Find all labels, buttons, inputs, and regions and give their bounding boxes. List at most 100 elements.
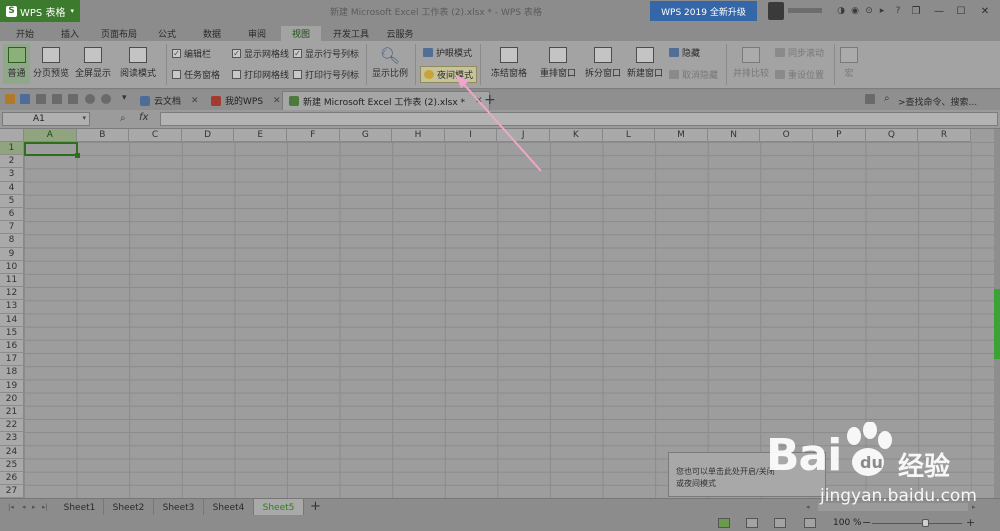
column-header[interactable]: B [76, 129, 130, 142]
app-menu-button[interactable]: S WPS 表格 ▾ [0, 0, 80, 22]
undo-icon[interactable] [85, 94, 95, 104]
column-header[interactable]: A [24, 129, 77, 142]
show-gridlines-checkbox[interactable]: ✓ 显示网格线 [232, 47, 289, 60]
sheet-tab[interactable]: Sheet3 [154, 499, 204, 516]
side-panel-toggle[interactable] [994, 289, 1000, 359]
column-header[interactable]: R [918, 129, 971, 142]
new-window-button[interactable]: 新建窗口 [625, 47, 665, 79]
reset-position-button[interactable]: 重设位置 [775, 68, 824, 81]
row-header[interactable]: 23 [0, 432, 24, 446]
row-header[interactable]: 15 [0, 326, 24, 340]
upgrade-button[interactable]: WPS 2019 全新升级 [650, 1, 757, 21]
search-icon[interactable]: ⌕ [884, 93, 890, 104]
column-header[interactable]: N [707, 129, 761, 142]
row-header[interactable]: 7 [0, 221, 24, 235]
row-header[interactable]: 4 [0, 181, 24, 195]
close-tab-icon[interactable]: ✕ [191, 96, 199, 106]
format-painter-icon[interactable] [68, 94, 78, 104]
column-header[interactable]: H [392, 129, 445, 142]
mode-icon[interactable]: ▸ [877, 6, 887, 16]
row-header[interactable]: 8 [0, 234, 24, 248]
fill-handle[interactable] [75, 153, 80, 158]
freeze-panes-button[interactable]: 冻结窗格 [484, 47, 534, 79]
zoom-button[interactable]: 🔍︎ 显示比例 [370, 47, 410, 79]
rearrange-button[interactable]: 重排窗口 [534, 47, 582, 79]
minimize-icon[interactable]: — [928, 2, 950, 20]
column-header[interactable]: I [444, 129, 498, 142]
hide-button[interactable]: 隐藏 [669, 46, 700, 59]
sheet-tab[interactable]: Sheet4 [204, 499, 254, 516]
prev-sheet-icon[interactable]: ◂ [22, 503, 26, 511]
row-header[interactable]: 3 [0, 168, 24, 182]
row-header[interactable]: 17 [0, 353, 24, 367]
row-header[interactable]: 9 [0, 247, 24, 261]
row-header[interactable]: 2 [0, 155, 24, 169]
active-cell[interactable] [24, 142, 80, 158]
add-sheet-icon[interactable]: + [310, 499, 321, 514]
tab-cloud-docs[interactable]: 云文档 ✕ [134, 91, 205, 110]
print-gridlines-checkbox[interactable]: 打印网格线 [232, 68, 289, 81]
sheet-tab-active[interactable]: Sheet5 [254, 499, 304, 516]
zoom-icon[interactable]: ⌕ [120, 113, 126, 124]
tab-cloud[interactable]: 云服务 [380, 26, 420, 41]
column-header[interactable]: L [602, 129, 656, 142]
tab-insert[interactable]: 插入 [53, 26, 87, 41]
page-break-view-icon[interactable] [746, 518, 758, 528]
row-header[interactable]: 5 [0, 194, 24, 208]
sheet-tab[interactable]: Sheet1 [56, 499, 104, 516]
tab-data[interactable]: 数据 [195, 26, 229, 41]
print-headers-checkbox[interactable]: 打印行号列标 [293, 68, 359, 81]
column-header[interactable]: G [339, 129, 393, 142]
row-header[interactable]: 26 [0, 472, 24, 486]
zoom-slider-knob[interactable] [922, 519, 929, 527]
redo-icon[interactable] [101, 94, 111, 104]
column-header[interactable]: J [497, 129, 550, 142]
normal-view-button[interactable]: 普通 [3, 44, 30, 84]
print-preview-icon[interactable] [52, 94, 62, 104]
tab-developer[interactable]: 开发工具 [328, 26, 374, 41]
first-sheet-icon[interactable]: |◂ [8, 503, 14, 511]
show-headers-checkbox[interactable]: ✓ 显示行号列标 [293, 47, 359, 60]
column-header[interactable]: Q [865, 129, 919, 142]
eye-mode-button[interactable]: 护眼模式 [423, 46, 472, 59]
row-header[interactable]: 1 [0, 142, 24, 156]
column-header[interactable]: M [655, 129, 708, 142]
close-icon[interactable]: ✕ [974, 2, 996, 20]
add-tab-icon[interactable]: + [484, 92, 496, 108]
feedback-icon[interactable]: ◉ [850, 6, 860, 16]
row-header[interactable]: 21 [0, 406, 24, 420]
skin-icon[interactable]: ◑ [836, 6, 846, 16]
macro-button[interactable]: 宏 [838, 47, 860, 79]
select-all-corner[interactable] [0, 129, 24, 142]
restore-icon[interactable]: ❐ [905, 2, 927, 20]
command-search[interactable]: >查找命令、搜索... [898, 95, 977, 108]
row-header[interactable]: 24 [0, 445, 24, 459]
row-header[interactable]: 20 [0, 392, 24, 406]
tab-formula[interactable]: 公式 [150, 26, 184, 41]
row-header[interactable]: 10 [0, 260, 24, 274]
last-sheet-icon[interactable]: ▸| [42, 503, 48, 511]
column-header[interactable]: O [760, 129, 813, 142]
row-header[interactable]: 27 [0, 485, 24, 498]
edit-bar-checkbox[interactable]: ✓ 编辑栏 [172, 47, 211, 60]
print-icon[interactable] [36, 94, 46, 104]
column-header[interactable]: K [550, 129, 603, 142]
unhide-button[interactable]: 取消隐藏 [669, 68, 718, 81]
tab-view[interactable]: 视图 [281, 26, 321, 41]
tab-start[interactable]: 开始 [8, 26, 42, 41]
column-header[interactable]: E [234, 129, 287, 142]
chevron-down-icon[interactable]: ▾ [82, 114, 86, 122]
tab-review[interactable]: 审阅 [240, 26, 274, 41]
save-icon[interactable] [20, 94, 30, 104]
help-icon[interactable]: ? [893, 6, 903, 16]
night-mode-button[interactable]: 夜间模式 [420, 66, 478, 83]
row-header[interactable]: 6 [0, 208, 24, 222]
column-header[interactable]: P [813, 129, 866, 142]
normal-view-status-icon[interactable] [718, 518, 730, 528]
column-header[interactable]: F [287, 129, 340, 142]
sheet-tab[interactable]: Sheet2 [104, 499, 154, 516]
close-tab-icon[interactable]: ✕ [475, 96, 483, 106]
row-header[interactable]: 22 [0, 419, 24, 433]
tab-my-wps[interactable]: 我的WPS ✕ [205, 91, 287, 110]
chevron-down-icon[interactable]: ▾ [122, 93, 127, 103]
